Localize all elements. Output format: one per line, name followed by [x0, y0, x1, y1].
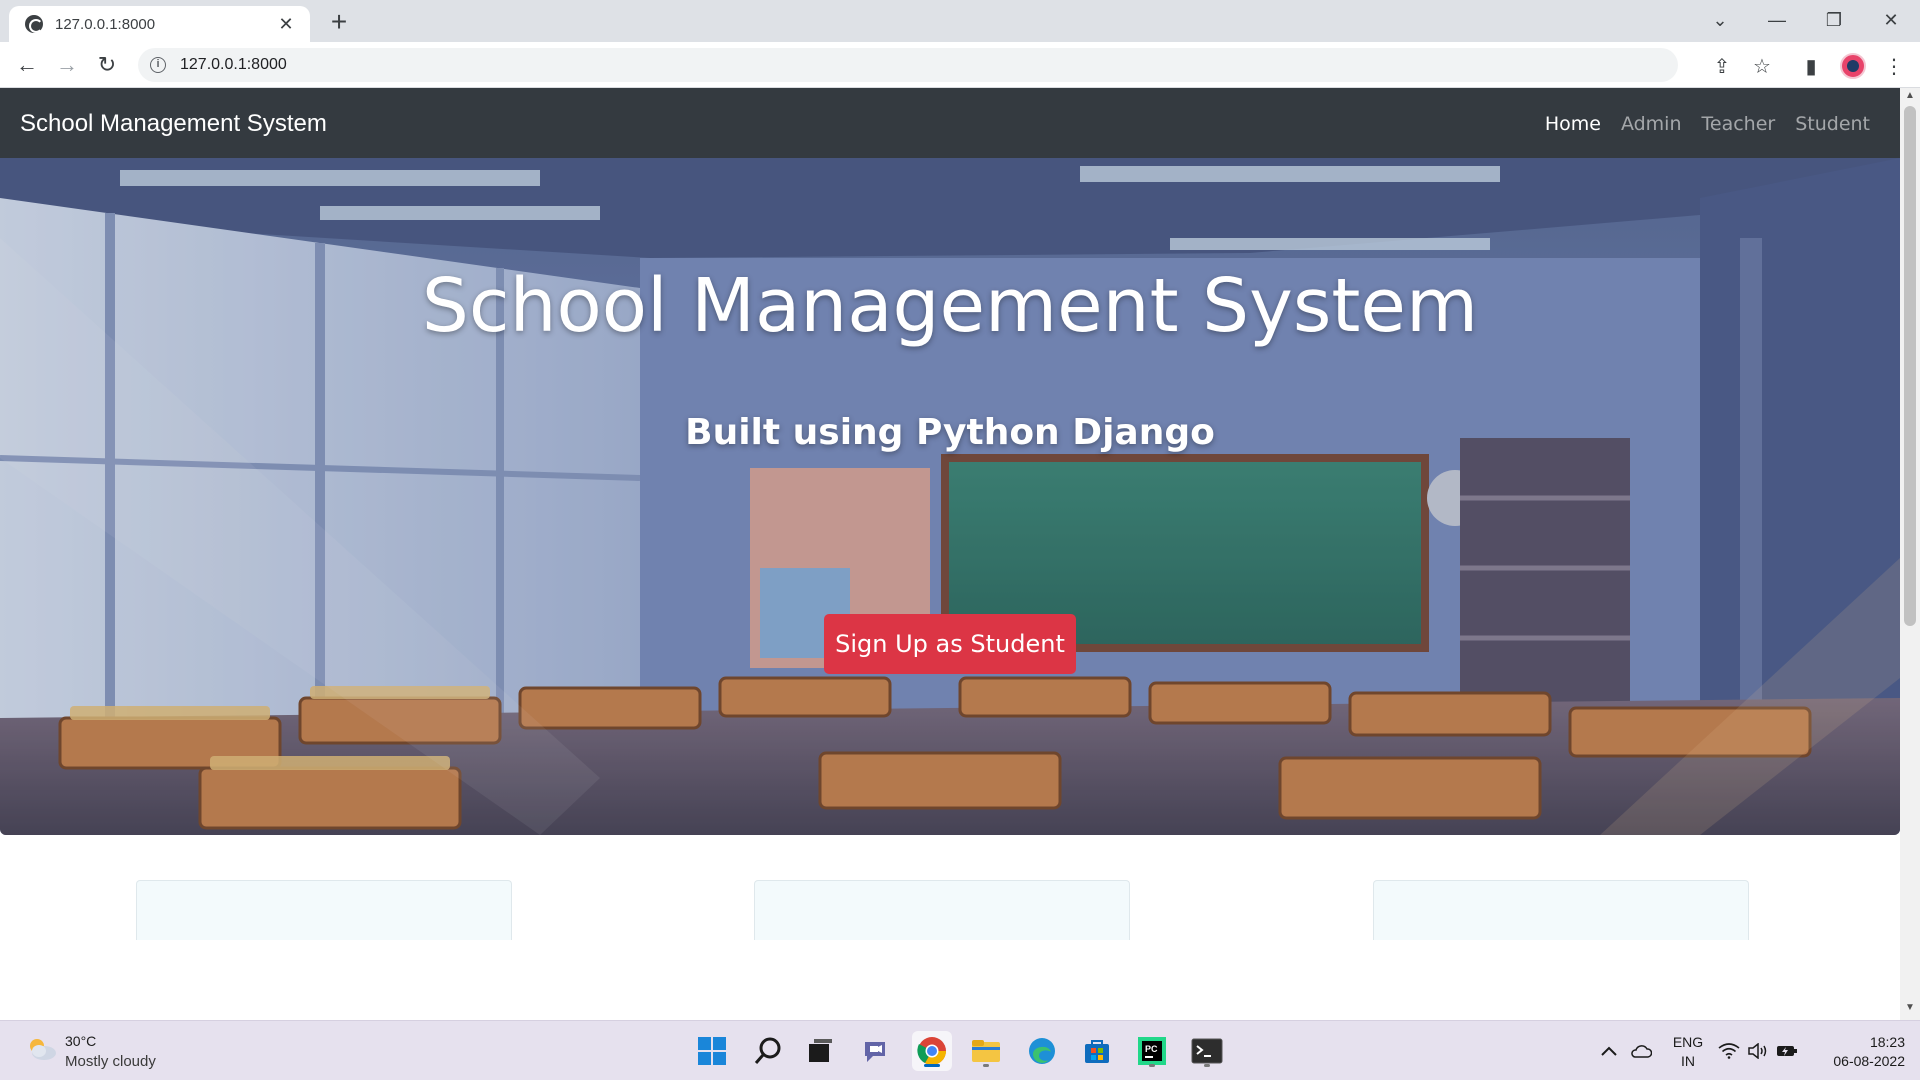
clock-date: 06-08-2022: [1833, 1053, 1905, 1069]
explorer-open-indicator: [983, 1064, 989, 1067]
browser-tab[interactable]: 127.0.0.1:8000 ✕: [9, 6, 310, 42]
address-bar[interactable]: i 127.0.0.1:8000: [138, 48, 1678, 82]
restore-button[interactable]: ❐: [1806, 0, 1862, 40]
clock-time: 18:23: [1869, 1034, 1905, 1050]
scroll-up-arrow-icon[interactable]: ▲: [1900, 90, 1920, 101]
signup-student-button[interactable]: Sign Up as Student: [824, 614, 1076, 674]
show-hidden-icons-chevron-icon[interactable]: [1600, 1021, 1618, 1080]
feature-card-2: [754, 880, 1130, 940]
tab-search-icon[interactable]: ⌄: [1692, 0, 1748, 40]
volume-icon[interactable]: [1747, 1021, 1769, 1080]
forward-button[interactable]: →: [51, 49, 83, 81]
site-info-icon[interactable]: i: [150, 57, 166, 73]
file-explorer-icon[interactable]: [966, 1031, 1006, 1071]
weather-temperature[interactable]: 30°C: [65, 1033, 96, 1049]
system-clock[interactable]: 18:23 06-08-2022: [1805, 1033, 1905, 1071]
back-button[interactable]: ←: [11, 49, 43, 81]
hero-jumbotron: School Management System Built using Pyt…: [0, 158, 1900, 835]
weather-cloud-icon[interactable]: [26, 1035, 58, 1063]
feature-card-3: [1373, 880, 1749, 940]
feature-card-1: [136, 880, 512, 940]
page-viewport: School Management System Home Admin Teac…: [0, 88, 1900, 1020]
edge-icon[interactable]: [1022, 1031, 1062, 1071]
nav-link-student[interactable]: Student: [1795, 113, 1870, 135]
bookmark-star-icon[interactable]: ☆: [1748, 52, 1776, 80]
navbar-brand[interactable]: School Management System: [20, 110, 327, 138]
wifi-icon[interactable]: [1718, 1021, 1740, 1080]
hero-subtitle: Built using Python Django: [685, 412, 1215, 453]
onedrive-cloud-icon[interactable]: [1630, 1021, 1652, 1080]
new-tab-button[interactable]: +: [324, 8, 354, 38]
close-window-button[interactable]: ✕: [1863, 0, 1919, 40]
task-view-icon[interactable]: [800, 1031, 840, 1071]
share-icon[interactable]: ⇪: [1708, 52, 1736, 80]
chrome-icon[interactable]: [912, 1031, 952, 1071]
battery-charging-icon[interactable]: [1776, 1021, 1798, 1080]
nav-link-home[interactable]: Home: [1545, 113, 1601, 135]
language-code: ENG: [1672, 1034, 1704, 1050]
site-globe-icon: [25, 15, 43, 33]
tab-title: 127.0.0.1:8000: [55, 15, 156, 33]
search-icon[interactable]: [748, 1031, 788, 1071]
terminal-open-indicator: [1204, 1064, 1210, 1067]
region-code: IN: [1681, 1053, 1695, 1069]
classroom-background-image: [0, 158, 1900, 835]
start-icon[interactable]: [692, 1031, 732, 1071]
chat-icon[interactable]: [856, 1031, 896, 1071]
terminal-icon[interactable]: [1187, 1031, 1227, 1071]
hero-title: School Management System: [421, 263, 1479, 349]
nav-links: Home Admin Teacher Student: [1525, 113, 1870, 135]
nav-link-admin[interactable]: Admin: [1621, 113, 1682, 135]
close-tab-icon[interactable]: ✕: [274, 14, 298, 35]
tab-strip: 127.0.0.1:8000 ✕ + ⌄ — ❐ ✕: [0, 0, 1920, 42]
profile-avatar[interactable]: [1840, 53, 1866, 79]
nav-link-teacher[interactable]: Teacher: [1702, 113, 1776, 135]
pycharm-icon[interactable]: PC: [1132, 1031, 1172, 1071]
pycharm-open-indicator: [1149, 1064, 1155, 1067]
side-panel-icon[interactable]: ▮: [1797, 52, 1825, 80]
url-text: 127.0.0.1:8000: [180, 56, 287, 73]
reload-button[interactable]: ↻: [91, 49, 123, 81]
store-icon[interactable]: [1077, 1031, 1117, 1071]
scrollbar-thumb[interactable]: [1904, 106, 1916, 626]
windows-taskbar: 30°C Mostly cloudy PC ENG IN 18:23 06-08…: [0, 1020, 1920, 1080]
scroll-down-arrow-icon[interactable]: ▼: [1900, 1002, 1920, 1013]
site-navbar: School Management System Home Admin Teac…: [0, 88, 1900, 158]
minimize-button[interactable]: —: [1749, 0, 1805, 40]
page-scrollbar[interactable]: ▲ ▼: [1900, 88, 1920, 1020]
chrome-menu-icon[interactable]: ⋮: [1880, 52, 1908, 80]
language-indicator[interactable]: ENG IN: [1668, 1033, 1708, 1071]
browser-toolbar: ← → ↻ i 127.0.0.1:8000 ⇪ ☆ ▮ ⋮: [0, 42, 1920, 88]
chrome-active-indicator: [924, 1064, 940, 1067]
svg-text:PC: PC: [1145, 1044, 1158, 1054]
weather-description[interactable]: Mostly cloudy: [65, 1053, 156, 1070]
